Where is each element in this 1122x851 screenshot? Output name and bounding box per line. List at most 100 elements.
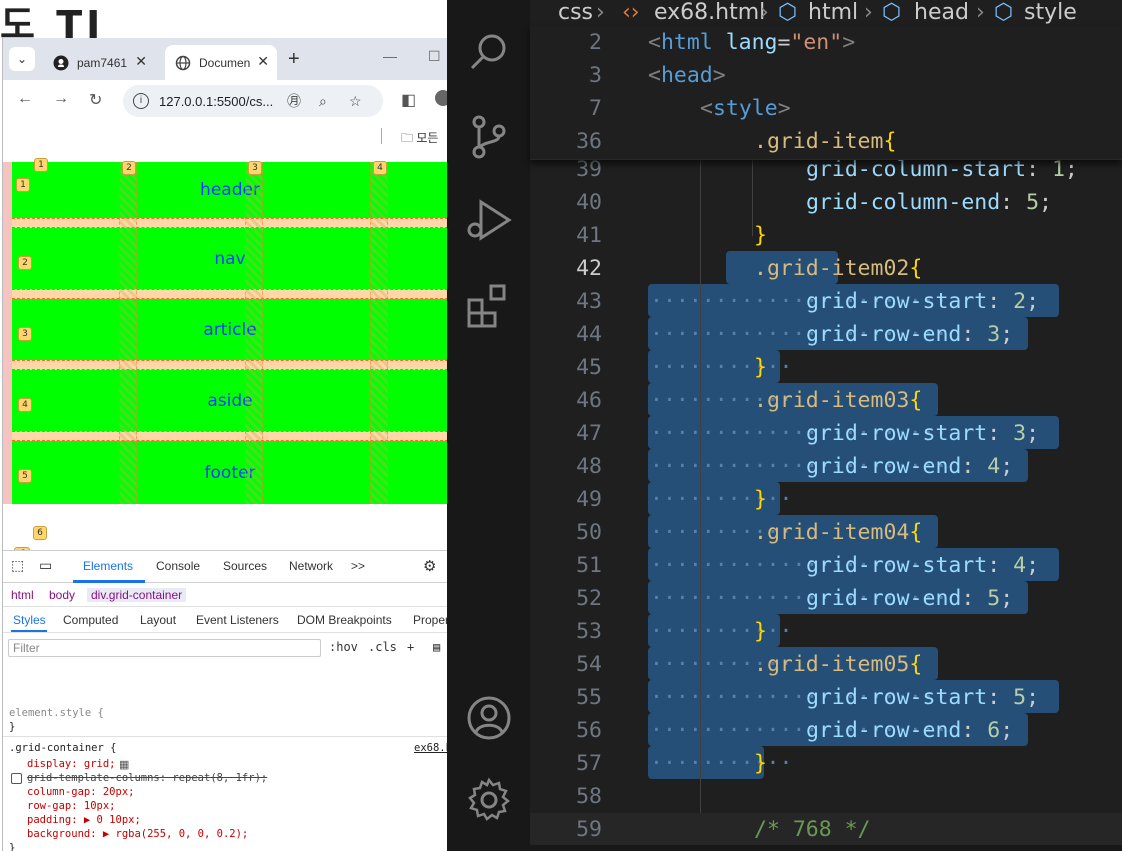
reload-icon[interactable]: ↻ <box>89 90 102 110</box>
rule-selector: .grid-container { <box>9 742 117 754</box>
code-text: .grid-item04{ <box>754 520 923 545</box>
grid-container: header nav article aside footer <box>12 162 447 504</box>
crumb-body[interactable]: body <box>49 588 75 602</box>
side-panel-icon[interactable]: ◧ <box>401 90 416 110</box>
code-editor[interactable]: 39 grid-column-start: 1; 40 grid-column-… <box>530 26 1122 851</box>
crumb-html[interactable]: html <box>11 588 34 602</box>
tab-sources[interactable]: Sources <box>223 559 267 573</box>
line-number: 3 <box>589 63 602 88</box>
styles-filter-input[interactable]: Filter <box>8 639 321 657</box>
tab-github[interactable]: pam7461 ✕ <box>43 45 155 80</box>
grid-line-number: 2 <box>122 161 136 175</box>
tab-network[interactable]: Network <box>289 559 333 573</box>
line-number: 53 <box>576 619 602 644</box>
code-line: 48 ······················· grid-row-end:… <box>530 450 1122 483</box>
whitespace-dots: ··········· <box>650 487 793 512</box>
subtab-styles[interactable]: Styles <box>13 613 46 627</box>
breadcrumb-css[interactable]: css <box>558 0 593 25</box>
more-tabs-icon[interactable]: >> <box>351 559 365 573</box>
decl-row-gap[interactable]: row-gap: 10px; <box>27 799 116 813</box>
run-debug-icon[interactable] <box>465 196 513 244</box>
code-text: grid-row-end: 6; <box>806 718 1014 743</box>
decl-checkbox[interactable] <box>11 773 22 784</box>
breadcrumb-head[interactable]: head <box>914 0 969 25</box>
rule-divider <box>3 736 447 737</box>
column-gap-overlay <box>245 162 263 504</box>
minimize-icon[interactable]: — <box>383 48 397 64</box>
decl-background[interactable]: background: ▶ rgba(255, 0, 0, 0.2); <box>27 827 248 841</box>
computed-sidebar-icon[interactable]: ▤ <box>433 640 440 654</box>
browser-window: 도 TI ⌄ pam7461 ✕ Documen ✕ + — ☐ ← → ↻ i… <box>0 0 447 851</box>
tab-search-dropdown[interactable]: ⌄ <box>9 47 35 71</box>
hov-toggle[interactable]: :hov <box>329 640 358 654</box>
sticky-line[interactable]: 36 .grid-item{ <box>530 125 1122 158</box>
symbol-cube-icon: ⬡ <box>778 0 798 25</box>
source-control-icon[interactable] <box>465 113 513 161</box>
chrome-window: ⌄ pam7461 ✕ Documen ✕ + — ☐ ← → ↻ i 127.… <box>2 38 447 851</box>
sticky-line[interactable]: 3 <head> <box>530 59 1122 92</box>
subtab-event-listeners[interactable]: Event Listeners <box>196 613 279 627</box>
decl-padding[interactable]: padding: ▶ 0 10px; <box>27 813 141 827</box>
back-icon[interactable]: ← <box>17 90 33 108</box>
activity-bar <box>447 0 530 851</box>
breadcrumb-file[interactable]: ex68.html <box>654 0 765 25</box>
search-icon[interactable] <box>465 28 513 76</box>
element-style-selector: element.style { <box>9 707 104 719</box>
chevron-right-icon: › <box>976 0 985 25</box>
decl-column-gap[interactable]: column-gap: 20px; <box>27 785 134 799</box>
subtab-layout[interactable]: Layout <box>140 613 176 627</box>
column-gap-overlay <box>370 162 388 504</box>
forward-icon[interactable]: → <box>53 90 69 108</box>
sticky-scroll-header[interactable]: 2 <html lang="en"> 3 <head> 7 <style> 36… <box>530 26 1122 160</box>
page-viewport: header nav article aside footer 1 2 3 4 … <box>3 158 447 590</box>
subtab-dom-breakpoints[interactable]: DOM Breakpoints <box>297 613 392 627</box>
line-number: 58 <box>576 784 602 809</box>
rule-source-link[interactable]: ex68.h <box>414 741 447 755</box>
gear-icon[interactable]: ⚙ <box>423 557 436 575</box>
new-tab-button[interactable]: + <box>288 48 300 71</box>
crumb-grid-container[interactable]: div.grid-container <box>87 588 187 602</box>
breadcrumb-html[interactable]: html <box>808 0 858 25</box>
maximize-icon[interactable]: ☐ <box>428 48 441 65</box>
grid-line-number: 3 <box>18 327 32 341</box>
line-number: 54 <box>576 652 602 677</box>
bookmarks-divider <box>381 128 382 144</box>
breadcrumb-style[interactable]: style <box>1024 0 1077 25</box>
grid-badge-icon[interactable]: ▦ <box>119 758 129 771</box>
settings-gear-icon[interactable] <box>465 776 513 824</box>
grid-line-number: 4 <box>373 161 387 175</box>
code-comment: /* 768 */ <box>754 817 871 842</box>
code-line: 44 ······················· grid-row-end:… <box>530 318 1122 351</box>
cls-toggle[interactable]: .cls <box>368 640 397 654</box>
sticky-line[interactable]: 7 <style> <box>530 92 1122 125</box>
line-number: 51 <box>576 553 602 578</box>
extensions-icon[interactable] <box>465 282 513 330</box>
inspect-element-icon[interactable]: ⬚ <box>11 557 24 574</box>
decl-grid-template-columns[interactable]: grid-template-columns: repeat(8, 1fr); <box>27 771 267 785</box>
close-tab-icon[interactable]: ✕ <box>257 53 269 70</box>
close-tab-icon[interactable]: ✕ <box>135 53 147 70</box>
subtab-computed[interactable]: Computed <box>63 613 118 627</box>
address-bar[interactable]: i 127.0.0.1:5500/cs... ㊊ ⌕ ☆ <box>123 85 383 117</box>
translate-icon[interactable]: ㊊ <box>287 91 301 111</box>
bookmark-star-icon[interactable]: ☆ <box>349 93 362 110</box>
decl-display[interactable]: display: grid; <box>27 757 116 771</box>
subtab-properties[interactable]: Proper <box>413 613 447 627</box>
profile-avatar[interactable] <box>435 90 447 106</box>
line-number: 47 <box>576 421 602 446</box>
sticky-line[interactable]: 2 <html lang="en"> <box>530 26 1122 59</box>
code-text: } <box>754 355 767 380</box>
new-rule-icon[interactable]: + <box>407 640 414 654</box>
all-bookmarks-folder[interactable]: 🗀 모든 <box>401 129 438 150</box>
code-line: 53 ··········· } <box>530 615 1122 648</box>
devtools-tabs: ⬚ ▭ Elements Console Sources Network >> … <box>3 551 447 583</box>
tab-elements[interactable]: Elements <box>83 559 133 573</box>
zoom-icon[interactable]: ⌕ <box>319 93 327 110</box>
whitespace-dots: ··········· <box>650 619 793 644</box>
tab-console[interactable]: Console <box>156 559 200 573</box>
line-number: 7 <box>589 96 602 121</box>
account-icon[interactable] <box>465 694 513 742</box>
tab-document[interactable]: Documen ✕ <box>165 45 277 80</box>
device-toolbar-icon[interactable]: ▭ <box>39 557 52 574</box>
site-info-icon[interactable]: i <box>133 93 149 109</box>
